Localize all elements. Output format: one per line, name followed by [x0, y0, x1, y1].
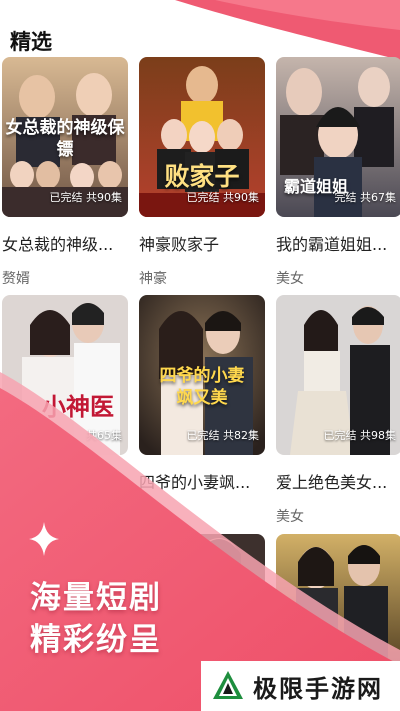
drama-tag: 赘婿: [2, 271, 30, 287]
drama-tag: 美女: [276, 271, 304, 287]
episode-status: 已完结 共98集: [323, 429, 397, 442]
drama-card[interactable]: 已完结 共98集 爱上绝色美女... 美女: [276, 295, 400, 526]
episode-status: 已完结 共90集: [186, 191, 260, 204]
sparkle-icon: [29, 522, 59, 556]
drama-card[interactable]: 霸道姐姐 完结 共67集 我的霸道姐姐... 美女: [276, 57, 400, 288]
watermark-text: 极限手游网: [253, 674, 383, 703]
episode-status: 完结 共67集: [334, 191, 397, 204]
poster-title: 败家子: [164, 162, 240, 191]
drama-tag: 言: [139, 509, 153, 525]
promo-subheadline: 精彩纷呈: [30, 622, 162, 658]
drama-card[interactable]: 败家子 已完结 共90集 神豪败家子 神豪: [139, 57, 265, 288]
drama-title: 神豪败家子: [139, 235, 220, 254]
drama-tag: 美女: [276, 509, 304, 525]
drama-card[interactable]: 小神医 共65集: [2, 295, 128, 482]
watermark: 极限手游网: [201, 661, 400, 711]
episode-status: 共65集: [86, 429, 122, 442]
drama-card[interactable]: 女总裁的神级保镖 已完结 共90集 女总裁的神级... 赘婿: [2, 57, 128, 288]
drama-title: 爱上绝色美女...: [276, 473, 388, 492]
drama-poster[interactable]: 霸道姐姐 完结 共67集: [276, 57, 400, 217]
drama-title: 我的霸道姐姐...: [276, 235, 388, 254]
poster-title: 女总裁的神级保镖: [5, 118, 125, 160]
drama-poster[interactable]: 败家子 已完结 共90集: [139, 57, 265, 217]
promo-headline: 海量短剧: [30, 580, 162, 616]
poster-title: 小神医: [42, 392, 114, 421]
drama-title: 女总裁的神级...: [2, 235, 114, 254]
site-logo-icon: [213, 671, 243, 699]
drama-title: 四爷的小妻飒...: [139, 473, 251, 492]
drama-poster[interactable]: 女总裁的神级保镖 已完结 共90集: [2, 57, 128, 217]
episode-status: 已完结 共90集: [49, 191, 123, 204]
drama-card[interactable]: 四爷的小妻飒又美 已完结 共82集 四爷的小妻飒... 言: [139, 295, 265, 526]
drama-poster[interactable]: 小神医 共65集: [2, 295, 128, 455]
drama-tag: 神豪: [139, 271, 167, 287]
episode-status: 已完结 共82集: [186, 429, 260, 442]
poster-title: 四爷的小妻飒又美: [159, 366, 245, 408]
drama-poster[interactable]: 四爷的小妻飒又美 已完结 共82集: [139, 295, 265, 455]
section-title: 精选: [10, 30, 52, 54]
drama-poster[interactable]: 已完结 共98集: [276, 295, 400, 455]
